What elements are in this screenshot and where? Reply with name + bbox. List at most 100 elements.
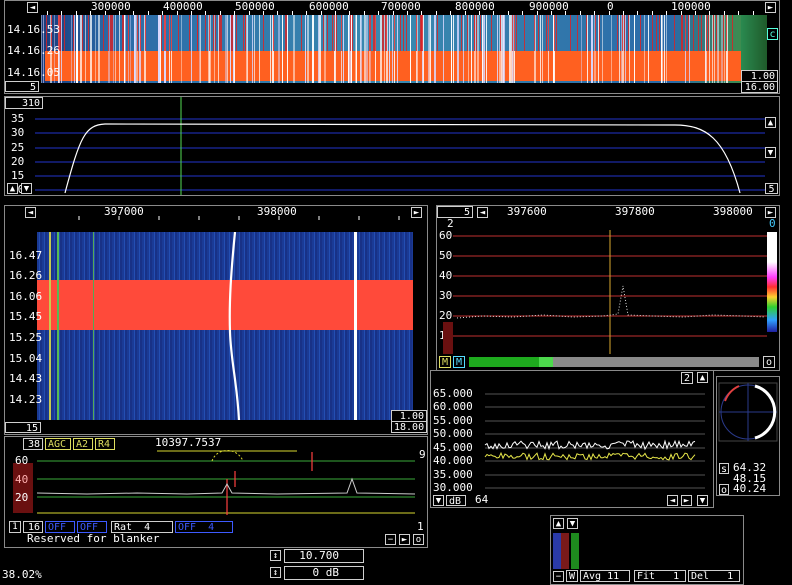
hires-top-box[interactable]: 5	[437, 206, 473, 218]
w-button[interactable]: W	[566, 570, 578, 582]
smeter-y-label: 65.000	[433, 387, 473, 400]
averaging-up-button[interactable]: ▲	[553, 518, 564, 529]
smeter-y-label: 35.000	[433, 468, 473, 481]
narrow-time-label: 15.25	[9, 331, 43, 344]
narrow-scroll-right-button[interactable]: ►	[411, 207, 422, 218]
wide-freq-label: 500000	[235, 0, 275, 13]
hires-scroll-left-button[interactable]: ◄	[477, 207, 488, 218]
gain-up-button[interactable]: ↕	[270, 567, 281, 578]
scroll-left-button[interactable]: ◄	[27, 2, 38, 13]
wide-freq-label: 100000	[671, 0, 711, 13]
smeter-y-label: 55.000	[433, 414, 473, 427]
gain-value-box[interactable]: 0 dB	[284, 566, 364, 580]
wide-left-box[interactable]: 5	[5, 81, 39, 93]
c-button[interactable]: c	[767, 28, 778, 40]
narrow-time-label: 16.06	[9, 290, 43, 303]
wide-power-y-label: 25	[11, 141, 25, 154]
wide-power-y-label: 20	[11, 155, 25, 168]
smeter-y-label: 45.000	[433, 441, 473, 454]
wide-waterfall-image	[41, 15, 741, 83]
wide-time-label: 14.16.05	[7, 66, 60, 79]
polar-s-button[interactable]: s	[719, 463, 729, 475]
baseband-minus-button[interactable]: −	[385, 534, 396, 545]
smeter-panel: 2 ▲ 65.000 60.000 55.000 50.000 45.000 4…	[430, 370, 714, 508]
wide-power-y-label: 35	[11, 112, 25, 125]
baseband-y-label: 20	[15, 491, 29, 504]
off-3-label: OFF	[178, 522, 197, 533]
wide-power-right-box[interactable]: 5	[765, 183, 778, 195]
averaging-panel: ▲ ▼ − W Avg 11 Fit 1 Del 1	[550, 515, 744, 585]
avg-bar-green	[571, 533, 579, 569]
avg-control[interactable]: Avg 11	[580, 570, 630, 582]
wide-right-box-bottom[interactable]: 16.00	[741, 81, 778, 93]
hires-panel: 5 ◄ ► 397600 397800 398000 2 0 60 50 40 …	[436, 205, 780, 371]
hires-y-label: 20	[439, 309, 453, 322]
wide-freq-label: 800000	[455, 0, 495, 13]
scroll-right-button[interactable]: ►	[765, 2, 776, 13]
smeter-down-button-2[interactable]: ▼	[697, 495, 708, 506]
narrow-freq-scale: 397000 398000	[39, 206, 409, 220]
del-label: Del	[691, 571, 710, 582]
hires-y-label: 30	[439, 289, 453, 302]
wide-power-up-button[interactable]: ▲	[765, 117, 776, 128]
hires-y-label: 50	[439, 249, 453, 262]
smeter-right-button[interactable]: ►	[681, 495, 692, 506]
wide-freq-scale: 300000 400000 500000 600000 700000 800000 9000…	[41, 1, 761, 15]
narrow-time-label: 15.04	[9, 352, 43, 365]
hires-o-button[interactable]: o	[763, 356, 775, 368]
baseband-y-label: 40	[15, 473, 29, 486]
smeter-left-button[interactable]: ◄	[667, 495, 678, 506]
smeter-up-button[interactable]: ▲	[697, 372, 708, 383]
wide-freq-label: 300000	[91, 0, 131, 13]
hires-level-meter	[469, 357, 759, 367]
avg-bar-blue	[553, 533, 561, 569]
narrow-right-box-bottom[interactable]: 18.00	[391, 421, 427, 433]
narrow-waterfall-panel: ◄ ► 397000 398000 16.47 16.26 16.06 15.4…	[4, 205, 428, 435]
fit-label: Fit	[637, 571, 656, 582]
averaging-down-button[interactable]: ▼	[567, 518, 578, 529]
smeter-y-label: 60.000	[433, 400, 473, 413]
baseband-right-number: 9	[419, 448, 426, 461]
wide-power-y-label: 15	[11, 169, 25, 182]
hires-freq-label: 397600	[507, 205, 547, 218]
wide-time-label: 14.16.26	[7, 44, 60, 57]
reserved-for-blanker-text: Reserved for blanker	[27, 532, 160, 545]
wide-power-down-button-2[interactable]: ▼	[21, 183, 32, 194]
narrow-time-label: 14.43	[9, 372, 43, 385]
avg-label: Avg	[583, 571, 602, 582]
wide-power-down-button[interactable]: ▼	[765, 147, 776, 158]
hires-freq-label: 397800	[615, 205, 655, 218]
del-control[interactable]: Del 1	[688, 570, 740, 582]
hires-m-button-2[interactable]: M	[453, 356, 465, 368]
polar-o-value: 40.24	[733, 482, 767, 495]
del-value: 1	[727, 571, 734, 582]
smeter-down-button[interactable]: ▼	[433, 495, 444, 506]
wide-power-y-label: 30	[11, 126, 25, 139]
narrow-time-label: 16.26	[9, 269, 43, 282]
hires-y-label: 40	[439, 269, 453, 282]
smeter-db-label[interactable]: dB	[446, 495, 466, 507]
narrow-bottom-left-box[interactable]: 15	[5, 422, 41, 434]
polar-o-button[interactable]: o	[719, 484, 729, 495]
baseband-o-button[interactable]: o	[413, 534, 424, 545]
off-button-3[interactable]: OFF 4	[175, 521, 233, 533]
freq-up-button[interactable]: ↕	[270, 550, 281, 561]
averaging-minus-button[interactable]: −	[553, 571, 564, 582]
polar-panel: s 64.32 48.15 o 40.24	[716, 376, 780, 496]
baseband-panel: 38 AGC A2 R4 10397.7537 9 60 40 20 1 16 …	[4, 436, 428, 548]
baseband-right-button[interactable]: ►	[399, 534, 410, 545]
polar-plot	[718, 382, 778, 442]
baseband-button-1[interactable]: 1	[9, 521, 21, 533]
narrow-scroll-left-button[interactable]: ◄	[25, 207, 36, 218]
smeter-top-box[interactable]: 2	[681, 372, 693, 384]
fit-control[interactable]: Fit 1	[634, 570, 686, 582]
wide-freq-label: 700000	[381, 0, 421, 13]
hires-m-button-1[interactable]: M	[439, 356, 451, 368]
smeter-y-label: 30.000	[433, 481, 473, 494]
narrow-time-label: 15.45	[9, 310, 43, 323]
narrow-time-label: 14.23	[9, 393, 43, 406]
wide-power-panel: 310 35 30 25 20 15 10 ▲ ▼ ▲ ▼ 5	[4, 96, 780, 196]
fit-value: 1	[673, 571, 680, 582]
wide-power-up-button-2[interactable]: ▲	[7, 183, 18, 194]
freq-value-box[interactable]: 10.700	[284, 549, 364, 563]
